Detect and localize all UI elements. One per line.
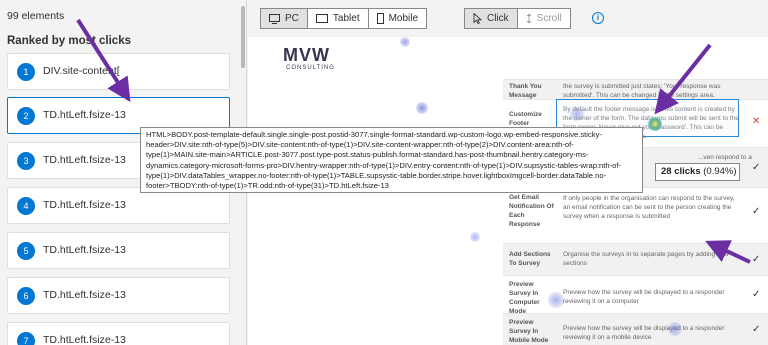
element-label: TD.htLeft.fsize-13: [43, 154, 126, 166]
ranking-title: Ranked by most clicks: [7, 35, 131, 47]
scroll-mode-button[interactable]: Scroll: [518, 9, 570, 28]
table-row: Preview Survey In Mobile Mode Preview ho…: [503, 313, 768, 345]
element-item[interactable]: 7 TD.htLeft.fsize-13: [7, 322, 230, 345]
element-item[interactable]: 6 TD.htLeft.fsize-13: [7, 277, 230, 314]
element-label: TD.htLeft.fsize-13: [43, 289, 126, 301]
click-count-tooltip: 28 clicks (0.94%): [655, 163, 740, 181]
row-label: Thank You Message: [509, 83, 542, 99]
tablet-label: Tablet: [332, 13, 360, 24]
row-desc: the survey is submitted just states: 'Yo…: [563, 83, 721, 99]
heatmap-app: 99 elements Ranked by most clicks 1 DIV.…: [0, 0, 768, 345]
rank-badge: 7: [17, 332, 35, 345]
element-label: TD.htLeft.fsize-13: [43, 334, 126, 345]
heatmap-spot: [548, 292, 564, 308]
mobile-label: Mobile: [388, 13, 419, 24]
site-header: MVW CONSULTING: [248, 37, 768, 79]
click-mode-button[interactable]: Click: [465, 9, 518, 28]
row-label: Add Sections To Survey: [509, 251, 551, 267]
element-label: TD.htLeft.fsize-13: [43, 199, 126, 211]
row-label: Customize Footer: [509, 111, 542, 127]
tablet-button[interactable]: Tablet: [308, 9, 369, 28]
element-item[interactable]: 5 TD.htLeft.fsize-13: [7, 232, 230, 269]
site-logo: MVW: [283, 45, 330, 65]
mode-switcher: Click Scroll: [464, 8, 571, 29]
row-desc: Preview how the survey will be displayed…: [563, 325, 725, 341]
rank-badge: 3: [17, 152, 35, 170]
site-logo-sub: CONSULTING: [286, 65, 335, 71]
rank-badge: 5: [17, 242, 35, 260]
pc-label: PC: [285, 13, 299, 24]
rank-badge: 4: [17, 197, 35, 215]
row-desc: Preview how the survey will be displayed…: [563, 289, 725, 305]
monitor-icon: [269, 13, 280, 24]
table-row: Get Email Notification Of Each Response …: [503, 187, 768, 243]
scroll-icon: [526, 13, 532, 24]
rank-badge: 1: [17, 63, 35, 81]
element-label: TD.htLeft.fsize-13: [43, 244, 126, 256]
row-label: Preview Survey In Mobile Mode: [509, 319, 549, 344]
click-percent: (0.94%): [703, 166, 737, 177]
phone-icon: [376, 13, 384, 24]
element-label: DIV.site-content[: [43, 65, 120, 77]
info-icon[interactable]: i: [592, 12, 604, 24]
row-label: Get Email Notification Of Each Response: [509, 194, 554, 228]
scroll-label: Scroll: [536, 13, 562, 24]
element-count: 99 elements: [7, 10, 65, 22]
click-count: 28 clicks: [661, 166, 701, 177]
heatmap-spot: [668, 322, 682, 336]
toolbar: PC Tablet Mobile Click Scroll i: [248, 0, 768, 36]
heatmap-spot: [470, 232, 480, 242]
table-row: Preview Survey In Computer Mode Preview …: [503, 275, 768, 315]
cursor-icon: [473, 13, 482, 24]
rank-badge: 6: [17, 287, 35, 305]
device-switcher: PC Tablet Mobile: [260, 8, 428, 29]
check-icon: ✓: [752, 206, 761, 217]
cross-icon: ✕: [752, 116, 761, 127]
element-label: TD.htLeft.fsize-13: [43, 109, 126, 121]
row-desc: If only people in the organisation can r…: [563, 195, 735, 220]
check-icon: ✓: [752, 254, 761, 265]
heatmap-spot: [400, 37, 410, 47]
table-row: Add Sections To Survey Organise the surv…: [503, 243, 768, 275]
row-desc: Organise the surveys in to separate page…: [563, 251, 729, 267]
check-icon: ✓: [752, 289, 761, 300]
selector-tooltip: HTML>BODY.post-template-default.single.s…: [140, 127, 643, 193]
heatmap-spot: [416, 102, 428, 114]
table-row: Thank You Message the survey is submitte…: [503, 79, 768, 99]
scroll-thumb[interactable]: [241, 6, 245, 68]
tablet-icon: [315, 14, 328, 23]
rank-badge: 2: [17, 107, 35, 125]
mobile-button[interactable]: Mobile: [369, 9, 426, 28]
check-icon: ✓: [752, 162, 761, 173]
click-label: Click: [487, 13, 509, 24]
element-item[interactable]: 1 DIV.site-content[: [7, 53, 230, 90]
pc-button[interactable]: PC: [261, 9, 308, 28]
check-icon: ✓: [752, 324, 761, 335]
